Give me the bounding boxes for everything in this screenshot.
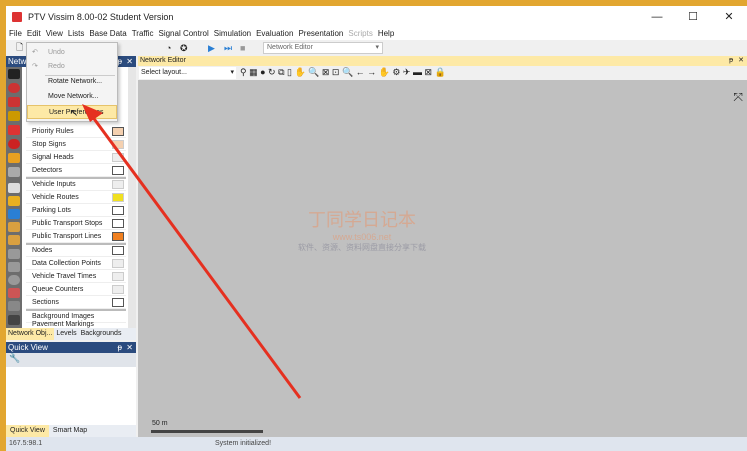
mouse-cursor-icon: ↖ [70,108,79,119]
annotation-arrow [82,104,302,399]
